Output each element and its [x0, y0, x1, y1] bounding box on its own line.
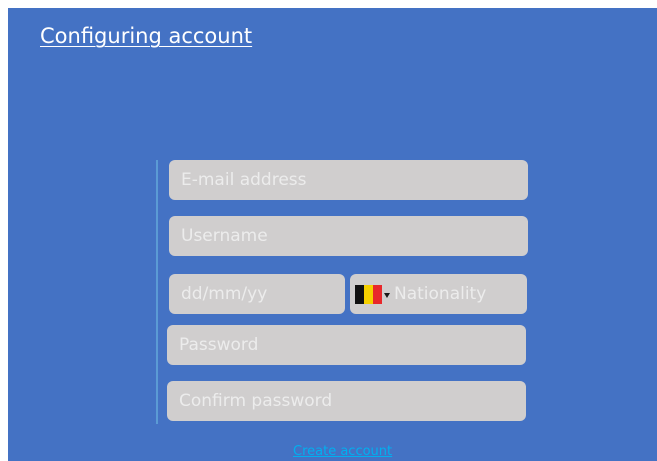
flag-stripe-red — [373, 284, 382, 304]
nationality-select[interactable]: Nationality — [350, 274, 527, 314]
date-of-birth-placeholder: dd/mm/yy — [181, 284, 268, 304]
caret-down-icon — [384, 292, 390, 298]
password-field[interactable]: Password — [167, 325, 526, 365]
app-screen: Configuring account E-mail address Usern… — [8, 8, 657, 461]
username-placeholder: Username — [181, 226, 268, 246]
flag-stripe-yellow — [364, 284, 373, 304]
password-placeholder: Password — [179, 335, 259, 355]
nationality-placeholder: Nationality — [394, 284, 487, 304]
form-divider — [156, 160, 158, 424]
page-title: Configuring account — [40, 24, 253, 48]
confirm-password-field[interactable]: Confirm password — [167, 381, 526, 421]
username-field[interactable]: Username — [169, 216, 528, 256]
date-of-birth-field[interactable]: dd/mm/yy — [169, 274, 345, 314]
create-account-link[interactable]: Create account — [293, 444, 392, 459]
belgium-flag-icon — [355, 284, 382, 304]
flag-stripe-black — [355, 284, 364, 304]
email-field[interactable]: E-mail address — [169, 160, 528, 200]
confirm-password-placeholder: Confirm password — [179, 391, 333, 411]
email-placeholder: E-mail address — [181, 170, 307, 190]
